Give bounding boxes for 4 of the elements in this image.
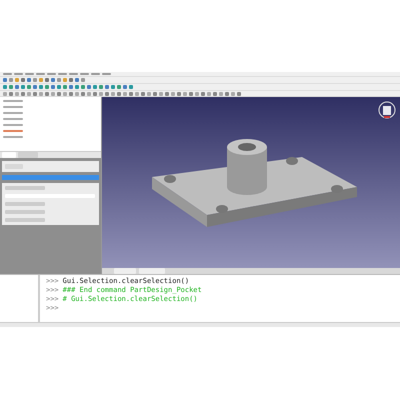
- panel-tab[interactable]: [18, 152, 38, 158]
- panel-tab[interactable]: [2, 152, 16, 158]
- navigation-cube-icon: [378, 101, 396, 121]
- view-tab[interactable]: [114, 268, 136, 274]
